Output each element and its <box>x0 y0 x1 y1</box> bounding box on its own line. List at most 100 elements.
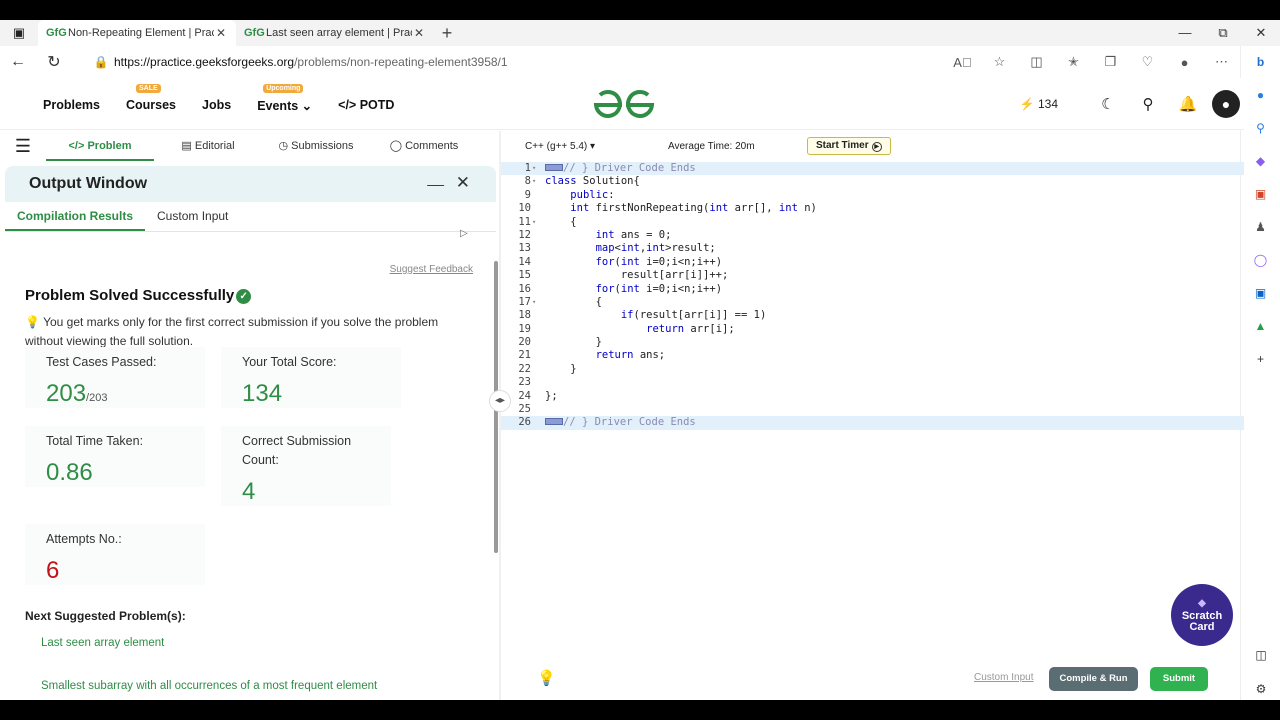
notification-icon[interactable]: ● <box>1241 79 1280 112</box>
language-select[interactable]: C++ (g++ 5.4) ▾ <box>525 141 595 152</box>
tab-editorial[interactable]: ▤ Editorial <box>154 131 262 161</box>
code-line[interactable]: 17 ▾ { <box>501 296 1244 309</box>
tip-message: You get marks only for the first correct… <box>25 315 439 348</box>
close-window-icon[interactable]: ✕ <box>1242 20 1280 46</box>
code-text: } <box>545 336 602 349</box>
start-timer-button[interactable]: Start Timer ▶ <box>807 137 891 155</box>
nav-problems[interactable]: Problems <box>43 98 100 113</box>
lock-icon[interactable]: 🔒 <box>88 55 114 69</box>
browser-tab-2[interactable]: GfG Last seen array element | Practic ✕ <box>236 20 434 46</box>
stat-total-score: Your Total Score: 134 <box>221 347 401 408</box>
shopping-icon[interactable]: ◆ <box>1241 145 1280 178</box>
collapsed-code-icon[interactable] <box>545 418 563 426</box>
compile-run-button[interactable]: Compile & Run <box>1049 667 1138 691</box>
dark-mode-icon[interactable]: ☾ <box>1088 95 1128 113</box>
games-icon[interactable]: ♟ <box>1241 211 1280 244</box>
code-line[interactable]: 20 } <box>501 336 1244 349</box>
code-line[interactable]: 11 ▾ { <box>501 216 1244 229</box>
code-line[interactable]: 25 <box>501 403 1244 416</box>
fold-arrow-icon[interactable]: ▾ <box>532 296 536 309</box>
streak-counter[interactable]: ⚡ 134 <box>1020 97 1058 111</box>
tools-icon[interactable]: ▣ <box>1241 178 1280 211</box>
code-line[interactable]: 14 for(int i=0;i<n;i++) <box>501 256 1244 269</box>
collections-icon[interactable]: ❐ <box>1092 54 1129 70</box>
gfg-logo[interactable] <box>592 88 656 122</box>
lightbulb-icon[interactable]: 💡 <box>537 669 556 687</box>
tab-compilation-results[interactable]: Compilation Results <box>5 202 146 231</box>
settings-icon[interactable]: ⚙ <box>1241 673 1280 700</box>
stat-correct-count: Correct Submission Count: 4 <box>221 426 391 506</box>
sidebar-layout-icon[interactable]: ◫ <box>1241 639 1280 672</box>
back-icon[interactable]: ← <box>0 53 36 71</box>
add-icon[interactable]: + <box>1241 343 1280 376</box>
code-line[interactable]: 18 if(result[arr[i]] == 1) <box>501 309 1244 322</box>
collapsed-code-icon[interactable] <box>545 164 563 171</box>
browser-essentials-icon[interactable]: ♡ <box>1129 54 1166 70</box>
code-line[interactable]: 19 return arr[i]; <box>501 323 1244 336</box>
streak-value: 134 <box>1037 97 1058 111</box>
tab-custom-input[interactable]: Custom Input <box>145 202 240 231</box>
office-icon[interactable]: ◯ <box>1241 244 1280 277</box>
code-editor[interactable]: 1 ▾// } Driver Code Ends 8 ▾ class Solution{… <box>501 162 1244 430</box>
user-avatar[interactable]: ● <box>1212 90 1240 118</box>
fold-arrow-icon[interactable]: ▾ <box>532 216 536 229</box>
more-menu-icon[interactable]: ⋯ <box>1203 54 1240 70</box>
close-tab-icon[interactable]: ✕ <box>412 26 426 40</box>
code-line[interactable]: 10 int firstNonRepeating(int arr[], int … <box>501 202 1244 215</box>
code-line[interactable]: 13 map<int,int>result; <box>501 242 1244 255</box>
code-line[interactable]: 24}; <box>501 390 1244 403</box>
suggest-feedback-link[interactable]: Suggest Feedback <box>390 264 473 275</box>
code-text: } <box>545 362 577 375</box>
close-tab-icon[interactable]: ✕ <box>214 26 228 40</box>
nav-jobs[interactable]: Jobs <box>202 98 231 113</box>
code-line[interactable]: 22 } <box>501 363 1244 376</box>
refresh-icon[interactable]: ↻ <box>36 52 72 72</box>
minimize-icon[interactable]: — <box>1166 20 1204 46</box>
tab-comments[interactable]: ◯ Comments <box>370 131 478 161</box>
bing-icon[interactable]: b <box>1241 46 1280 79</box>
code-line[interactable]: 1 ▾ // } Driver Code Ends <box>501 162 1244 176</box>
tab-problem[interactable]: </> Problem <box>46 131 154 161</box>
menu-icon[interactable]: ☰ <box>0 136 46 157</box>
favorites-icon[interactable]: ✭ <box>1055 54 1092 70</box>
code-line[interactable]: 23 <box>501 376 1244 389</box>
line-number: 12 <box>518 228 531 241</box>
minimize-output-icon[interactable]: __ <box>427 170 444 187</box>
outlook-icon[interactable]: ▣ <box>1241 277 1280 310</box>
tab-actions-icon[interactable]: ▣ <box>0 20 38 46</box>
nav-events[interactable]: Upcoming Events ⌄ <box>257 84 312 113</box>
code-line[interactable]: 8 ▾ class Solution{ <box>501 175 1244 188</box>
code-text: // } Driver Code Ends <box>563 416 696 429</box>
new-tab-icon[interactable]: + <box>434 23 460 44</box>
nav-courses[interactable]: SALE Courses <box>126 84 176 113</box>
tab-submissions[interactable]: ◷ Submissions <box>262 131 370 161</box>
search-icon[interactable]: ⚲ <box>1241 112 1280 145</box>
read-aloud-icon[interactable]: A⃨ <box>944 55 981 70</box>
split-screen-icon[interactable]: ◫ <box>1018 54 1055 70</box>
line-number: 21 <box>518 349 531 362</box>
code-line[interactable]: 16 for(int i=0;i<n;i++) <box>501 283 1244 296</box>
favorite-star-icon[interactable]: ☆ <box>981 54 1018 70</box>
submit-button[interactable]: Submit <box>1150 667 1208 691</box>
browser-tab-1[interactable]: GfG Non-Repeating Element | Practic ✕ <box>38 20 236 46</box>
notification-bell-icon[interactable]: 🔔 <box>1168 95 1208 113</box>
search-icon[interactable]: ⚲ <box>1128 95 1168 113</box>
code-line[interactable]: 12 int ans = 0; <box>501 229 1244 242</box>
fold-arrow-icon[interactable]: ▾ <box>532 162 536 175</box>
code-line[interactable]: 15 result[arr[i]]++; <box>501 269 1244 282</box>
close-output-icon[interactable]: ✕ <box>456 173 470 193</box>
nav-potd[interactable]: </> POTD <box>338 98 394 113</box>
next-problem-link[interactable]: Last seen array element <box>41 637 164 649</box>
stat-label: Correct Submission Count: <box>242 434 352 467</box>
drop-icon[interactable]: ▲ <box>1241 310 1280 343</box>
next-problem-link[interactable]: Smallest subarray with all occurrences o… <box>41 680 377 692</box>
code-line[interactable]: 9 public: <box>501 189 1244 202</box>
fold-arrow-icon[interactable]: ▾ <box>532 175 536 188</box>
code-line[interactable]: 26 // } Driver Code Ends <box>501 416 1244 430</box>
profile-icon[interactable]: ● <box>1166 55 1203 70</box>
url-field[interactable]: https://practice.geeksforgeeks.org/probl… <box>114 55 508 69</box>
restore-icon[interactable]: ⧉ <box>1204 20 1242 46</box>
custom-input-link[interactable]: Custom Input <box>974 672 1033 683</box>
code-line[interactable]: 21 return ans; <box>501 349 1244 362</box>
scratch-card-button[interactable]: ◆ Scratch Card <box>1171 584 1233 646</box>
